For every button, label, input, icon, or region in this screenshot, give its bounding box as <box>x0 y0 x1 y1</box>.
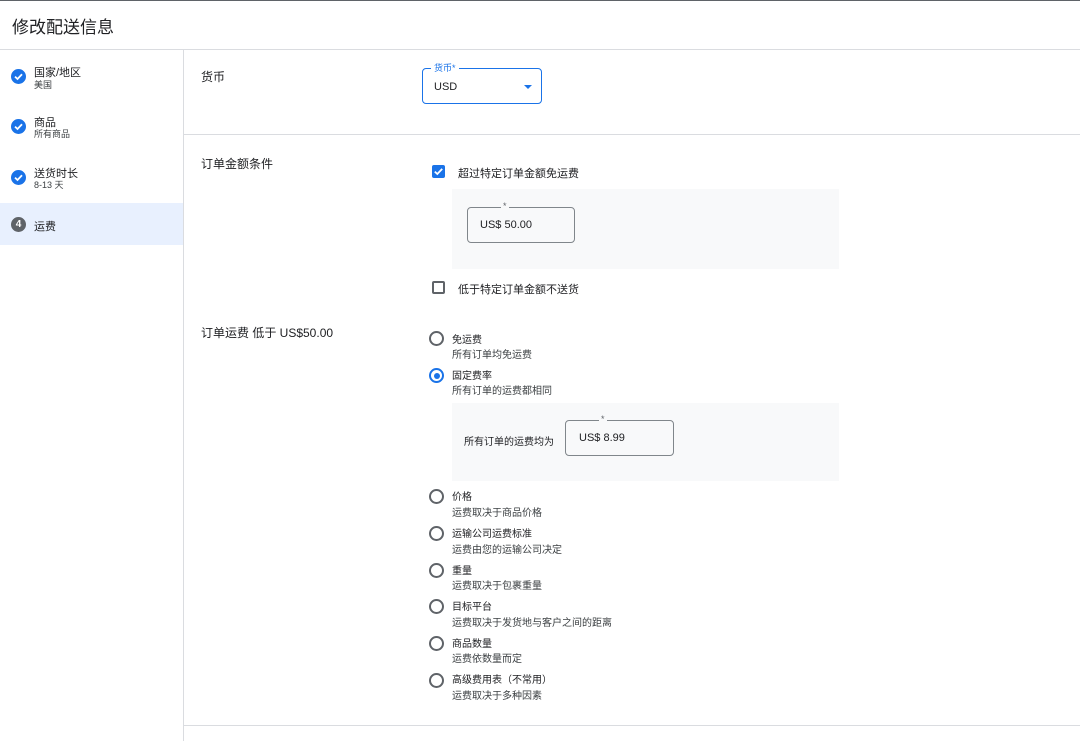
radio-free-shipping[interactable] <box>429 331 444 346</box>
currency-section-label: 货币 <box>201 70 226 84</box>
step-shipping-rate[interactable]: 4 运费 <box>0 203 183 245</box>
option-title: 免运费 <box>452 335 482 346</box>
radio-carrier-rate[interactable] <box>429 526 444 541</box>
option-title: 固定费率 <box>452 371 492 382</box>
check-circle-icon <box>11 119 26 134</box>
page-title: 修改配送信息 <box>12 18 114 37</box>
free-shipping-checkbox-label: 超过特定订单金额免运费 <box>458 168 579 180</box>
free-shipping-checkbox[interactable] <box>432 165 445 178</box>
radio-destination[interactable] <box>429 599 444 614</box>
step-subtitle: 所有商品 <box>34 129 71 139</box>
step-subtitle: 8-13 天 <box>34 180 64 190</box>
free-shipping-amount-field[interactable]: * US$ 50.00 <box>467 201 575 243</box>
option-title: 运输公司运费标准 <box>452 529 532 540</box>
radio-item-count[interactable] <box>429 636 444 651</box>
option-description: 运费由您的运输公司决定 <box>452 545 562 556</box>
flat-rate-text: 所有订单的运费均为 <box>464 437 554 448</box>
currency-select[interactable]: 货币* USD <box>422 63 542 104</box>
flat-rate-amount-field[interactable]: * US$ 8.99 <box>565 414 674 456</box>
option-title: 价格 <box>452 492 472 503</box>
radio-price[interactable] <box>429 489 444 504</box>
step-country[interactable]: 国家/地区 美国 <box>0 58 183 100</box>
step-subtitle: 美国 <box>34 80 53 90</box>
radio-flat-rate[interactable] <box>429 368 444 383</box>
option-title: 目标平台 <box>452 602 492 613</box>
option-description: 运费取决于包裹重量 <box>452 581 542 592</box>
step-products[interactable]: 商品 所有商品 <box>0 106 183 148</box>
min-order-checkbox[interactable] <box>432 281 445 294</box>
order-amount-section-label: 订单金额条件 <box>201 157 274 171</box>
page-header: 修改配送信息 <box>0 0 1080 50</box>
option-description: 运费取决于商品价格 <box>452 508 542 519</box>
step-number-badge: 4 <box>11 217 26 232</box>
step-title: 运费 <box>34 221 56 233</box>
option-title: 高级费用表（不常用） <box>452 675 552 686</box>
required-mark: * <box>599 414 607 424</box>
dropdown-arrow-icon <box>524 85 532 89</box>
option-description: 运费取决于多种因素 <box>452 691 542 702</box>
free-shipping-threshold-panel: * US$ 50.00 <box>452 189 839 269</box>
flat-rate-amount-value: US$ 8.99 <box>579 432 625 444</box>
check-circle-icon <box>11 170 26 185</box>
radio-selected-dot <box>433 372 440 379</box>
currency-value: USD <box>434 81 458 93</box>
option-description: 所有订单均免运费 <box>452 350 532 361</box>
stepper-sidebar: 国家/地区 美国 商品 所有商品 送货时长 8-13 天 4 运费 <box>0 50 184 741</box>
flat-rate-panel: 所有订单的运费均为 * US$ 8.99 <box>452 403 839 481</box>
min-order-checkbox-label: 低于特定订单金额不送货 <box>458 284 579 296</box>
option-description: 所有订单的运费都相同 <box>452 386 552 397</box>
free-shipping-amount-value: US$ 50.00 <box>480 219 532 231</box>
checkmark-icon <box>434 168 443 176</box>
step-delivery-time[interactable]: 送货时长 8-13 天 <box>0 156 183 198</box>
option-title: 重量 <box>452 566 472 577</box>
option-description: 运费取决于发货地与客户之间的距离 <box>452 618 612 629</box>
radio-advanced-table[interactable] <box>429 673 444 688</box>
section-divider <box>184 134 1080 135</box>
radio-weight[interactable] <box>429 563 444 578</box>
option-description: 运费依数量而定 <box>452 654 522 665</box>
shipping-rate-section-label: 订单运费 低于 US$50.00 <box>201 326 334 340</box>
currency-field-label: 货币* <box>431 63 459 73</box>
option-title: 商品数量 <box>452 639 492 650</box>
required-mark: * <box>501 201 509 211</box>
check-circle-icon <box>11 69 26 84</box>
section-divider <box>184 725 1080 726</box>
